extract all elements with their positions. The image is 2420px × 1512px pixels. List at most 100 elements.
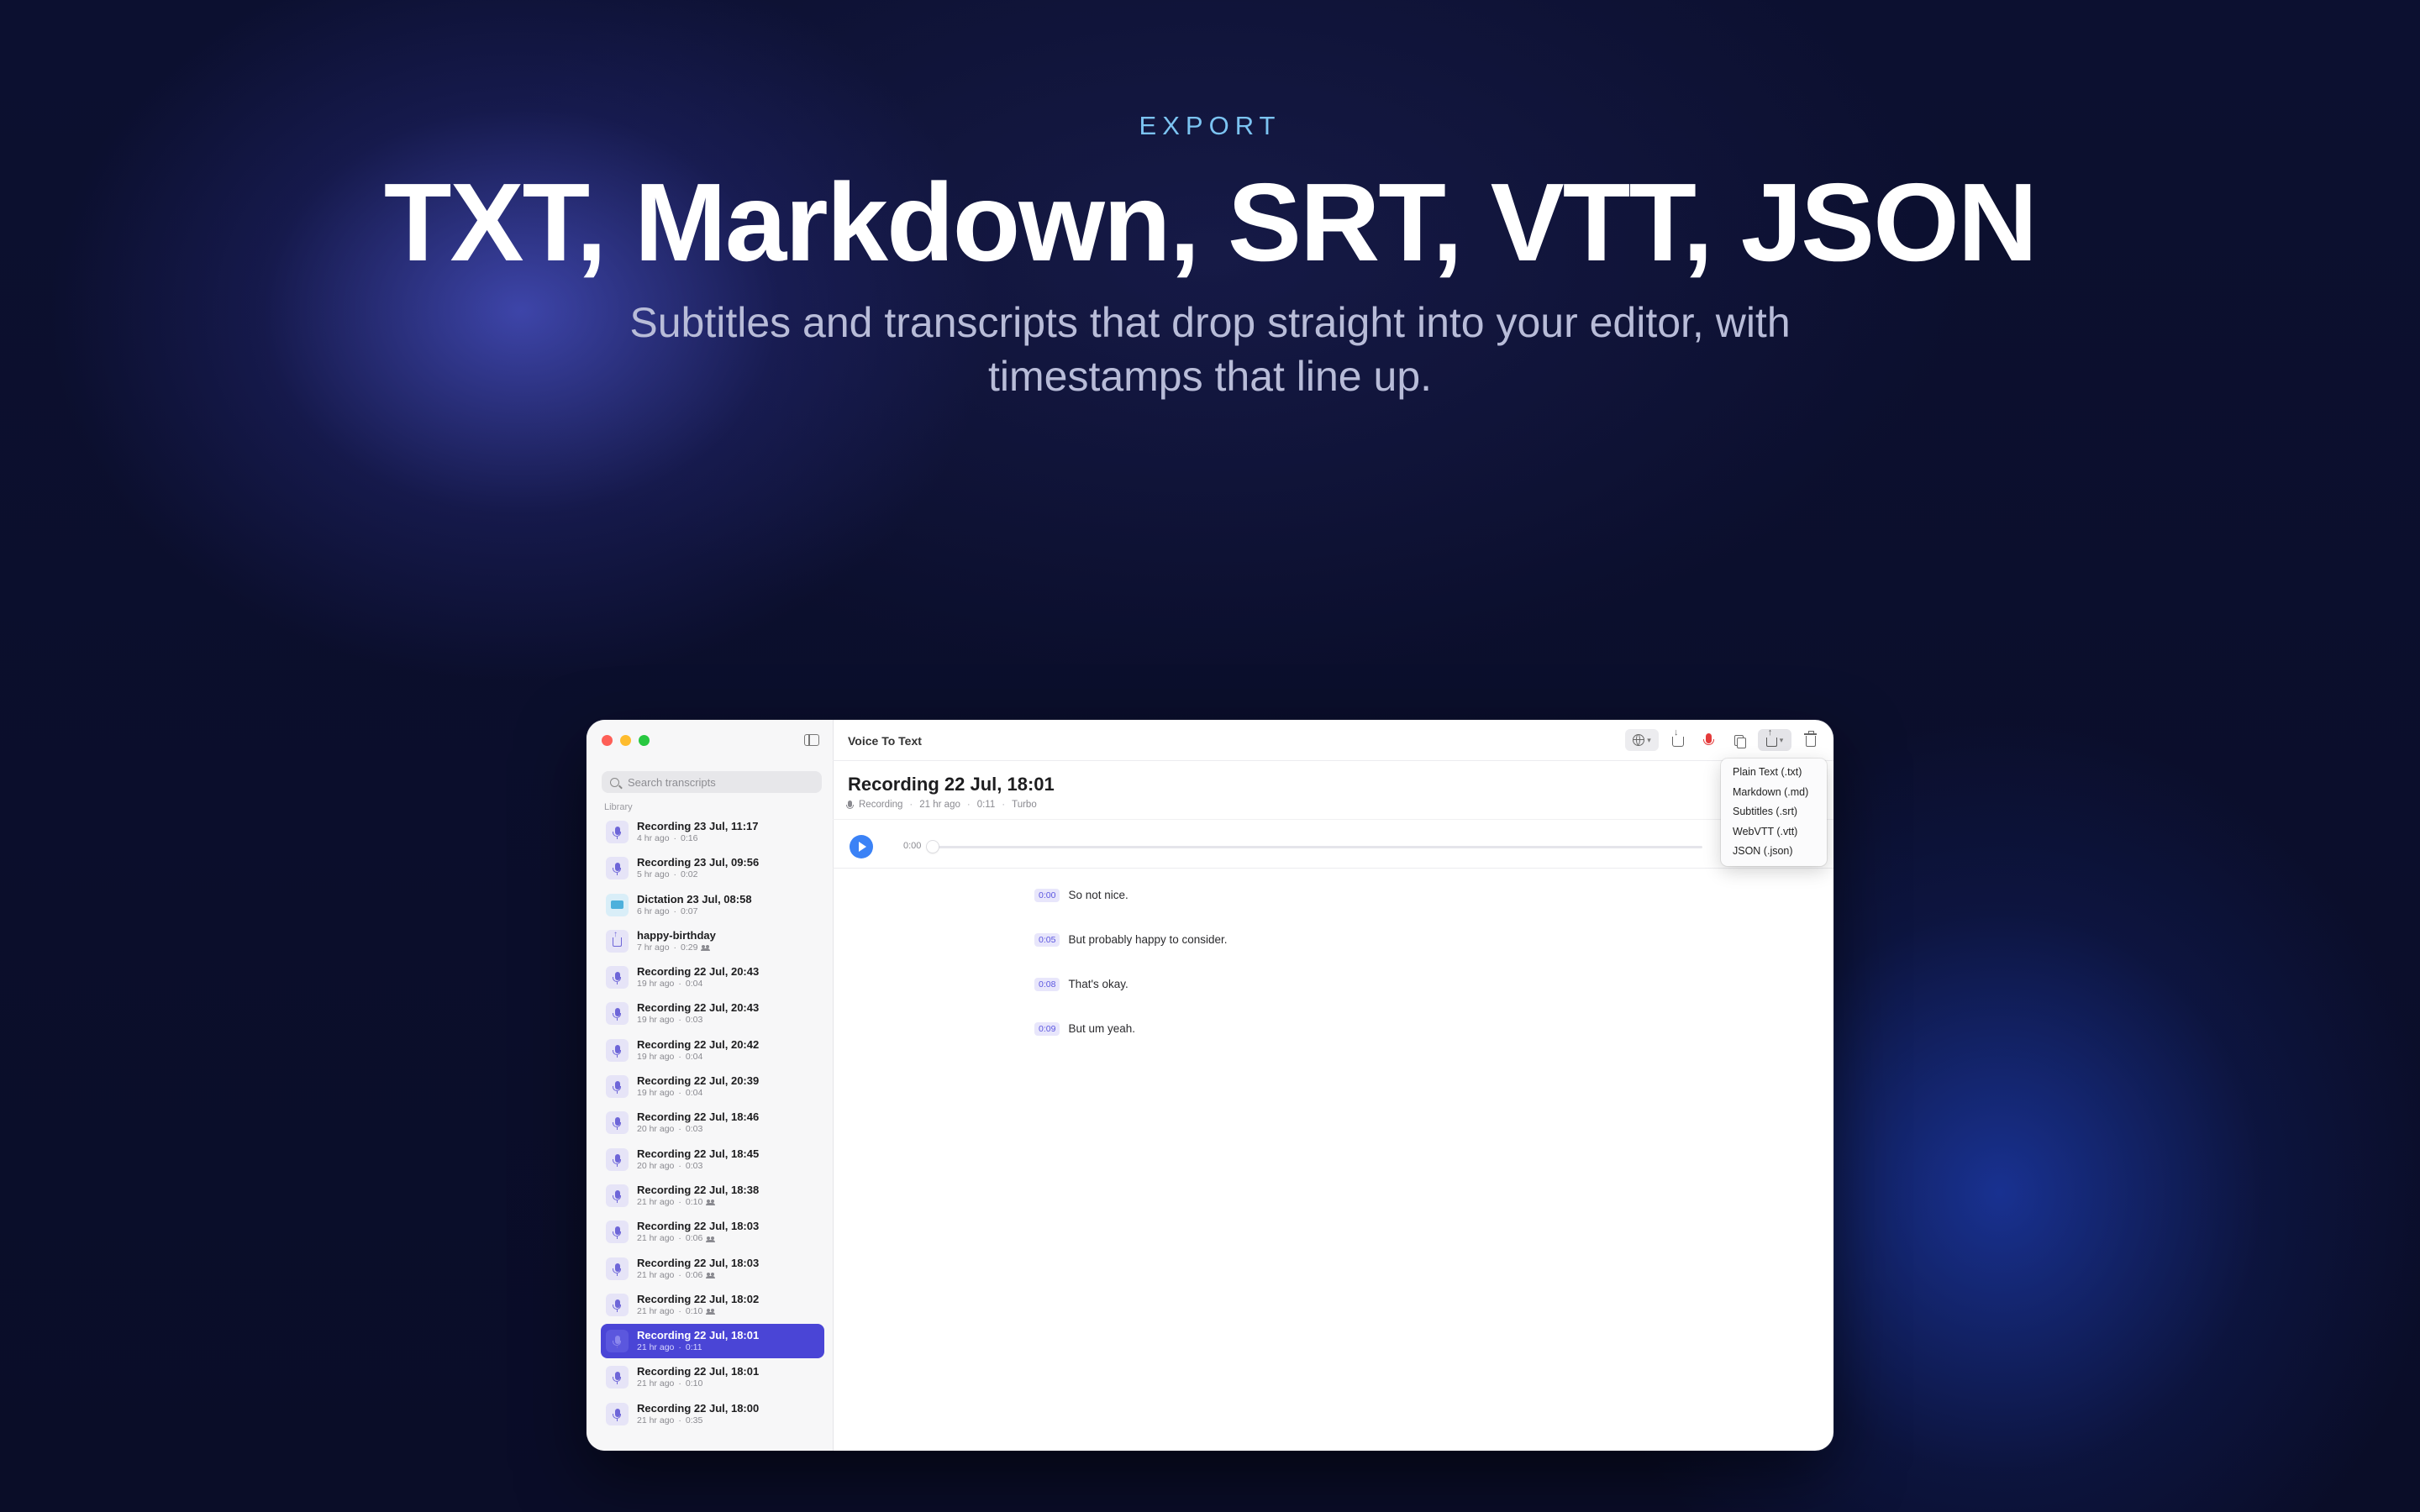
meta-duration: 0:11	[976, 800, 996, 810]
segment-timestamp[interactable]: 0:08	[1034, 977, 1060, 991]
mic-icon	[606, 1111, 629, 1135]
playback-scrubber[interactable]	[929, 846, 1702, 848]
item-title: Recording 22 Jul, 20:43	[637, 965, 760, 979]
mic-icon	[606, 966, 629, 990]
globe-icon	[1633, 734, 1645, 746]
transcript-list-item[interactable]: Recording 22 Jul, 18:02 21 hr ago · 0:10	[601, 1288, 824, 1322]
item-duration: 0:35	[685, 1415, 703, 1425]
separator: ·	[678, 1378, 681, 1389]
transcript-list-item[interactable]: Recording 22 Jul, 18:01 21 hr ago · 0:11	[601, 1324, 824, 1359]
speakers-icon	[701, 945, 711, 952]
mic-icon	[606, 1257, 629, 1280]
transcript-list-item[interactable]: Recording 22 Jul, 18:03 21 hr ago · 0:06	[601, 1215, 824, 1249]
transcript-list-item[interactable]: Recording 22 Jul, 20:43 19 hr ago · 0:03	[601, 996, 824, 1031]
window-controls	[602, 735, 650, 746]
export-menu-item[interactable]: Markdown (.md)	[1721, 783, 1827, 803]
mic-icon-glyph	[612, 1226, 621, 1240]
item-ago: 21 hr ago	[637, 1269, 675, 1280]
item-text: Recording 23 Jul, 09:56 5 hr ago · 0:02	[637, 856, 759, 880]
transcript-list-item[interactable]: Recording 22 Jul, 20:42 19 hr ago · 0:04	[601, 1033, 824, 1068]
delete-button[interactable]	[1800, 729, 1822, 751]
export-menu-item[interactable]: WebVTT (.vtt)	[1721, 822, 1827, 843]
item-duration: 0:07	[681, 906, 698, 916]
meta-source: Recording	[859, 800, 903, 810]
close-window-button[interactable]	[602, 735, 613, 746]
record-button[interactable]	[1697, 729, 1719, 751]
separator: ·	[673, 833, 677, 843]
export-button[interactable]: ▾	[1758, 727, 1791, 751]
mic-icon	[606, 1293, 629, 1316]
main-panel: Voice To Text ▾ ▾ Recordin	[833, 720, 1833, 1451]
mic-icon-glyph	[612, 1336, 621, 1349]
transcript-list-item[interactable]: Recording 22 Jul, 18:38 21 hr ago · 0:10	[601, 1179, 824, 1213]
speakers-icon	[706, 1273, 716, 1279]
item-text: Recording 22 Jul, 18:01 21 hr ago · 0:10	[637, 1365, 759, 1389]
export-menu-item[interactable]: Subtitles (.srt)	[1721, 802, 1827, 822]
divider	[833, 868, 1833, 869]
item-ago: 20 hr ago	[637, 1124, 675, 1135]
item-text: Recording 23 Jul, 11:17 4 hr ago · 0:16	[637, 820, 759, 844]
item-ago: 5 hr ago	[637, 869, 670, 880]
transcript-segment: 0:09 But um yeah.	[1034, 1020, 1228, 1037]
upload-icon-glyph	[613, 930, 622, 948]
transcript-list-item[interactable]: Dictation 23 Jul, 08:58 6 hr ago · 0:07	[601, 888, 824, 922]
item-ago: 21 hr ago	[637, 1342, 675, 1353]
item-meta: 19 hr ago · 0:04	[637, 979, 759, 990]
microphone-icon	[1702, 733, 1714, 745]
search-bar	[602, 771, 822, 793]
separator: ·	[678, 1051, 681, 1062]
zoom-window-button[interactable]	[639, 735, 650, 746]
import-button[interactable]	[1667, 727, 1689, 751]
transcript-list-item[interactable]: Recording 22 Jul, 18:46 20 hr ago · 0:03	[601, 1105, 824, 1140]
item-duration: 0:03	[685, 1124, 703, 1135]
scrubber-handle[interactable]	[927, 841, 939, 853]
mic-icon	[606, 1366, 629, 1389]
transcript-segment: 0:08 That's okay.	[1034, 975, 1228, 993]
item-duration: 0:10	[685, 1378, 703, 1389]
item-text: Recording 22 Jul, 18:00 21 hr ago · 0:35	[637, 1402, 759, 1426]
sidebar-toggle-icon[interactable]	[804, 734, 819, 746]
item-title: Recording 22 Jul, 20:43	[637, 1001, 760, 1015]
sidebar: Library Recording 23 Jul, 11:174 hr ago·…	[587, 720, 834, 1451]
transcript-list-item[interactable]: Recording 22 Jul, 18:03 21 hr ago · 0:06	[601, 1252, 824, 1286]
separator: ·	[678, 1124, 681, 1135]
item-title: Recording 22 Jul, 20:39	[637, 1074, 760, 1088]
separator: ·	[678, 1160, 681, 1171]
transcript-list-item[interactable]: Recording 23 Jul, 11:17 4 hr ago · 0:16	[601, 815, 824, 849]
item-title: Recording 22 Jul, 18:01	[637, 1365, 760, 1378]
transcript-list-item[interactable]: Recording 23 Jul, 09:56 5 hr ago · 0:02	[601, 851, 824, 885]
language-button[interactable]: ▾	[1625, 729, 1659, 751]
keyboard-icon-glyph	[611, 900, 623, 910]
transcript-list-item[interactable]: Recording 22 Jul, 18:00 21 hr ago · 0:35	[601, 1397, 824, 1431]
mic-icon-glyph	[612, 972, 621, 985]
transcript-list-item[interactable]: Recording 22 Jul, 18:01 21 hr ago · 0:10	[601, 1360, 824, 1394]
segment-text: So not nice.	[1068, 889, 1128, 901]
item-meta: 21 hr ago · 0:11	[637, 1342, 759, 1353]
item-duration: 0:04	[685, 1051, 703, 1062]
transcript-list-item[interactable]: Recording 22 Jul, 20:43 19 hr ago · 0:04	[601, 960, 824, 995]
export-menu-item[interactable]: JSON (.json)	[1721, 842, 1827, 862]
separator: ·	[678, 979, 681, 990]
item-title: Recording 22 Jul, 18:46	[637, 1110, 760, 1124]
export-menu-item[interactable]: Plain Text (.txt)	[1721, 763, 1827, 783]
segment-timestamp[interactable]: 0:09	[1034, 1021, 1060, 1036]
segment-timestamp[interactable]: 0:05	[1034, 932, 1060, 947]
item-text: Recording 22 Jul, 18:46 20 hr ago · 0:03	[637, 1110, 759, 1135]
item-ago: 7 hr ago	[637, 942, 670, 953]
transcript-list-item[interactable]: Recording 22 Jul, 18:45 20 hr ago · 0:03	[601, 1142, 824, 1177]
transcript-list-item[interactable]: Recording 22 Jul, 20:39 19 hr ago · 0:04	[601, 1069, 824, 1104]
item-duration: 0:02	[681, 869, 698, 880]
play-button[interactable]	[850, 835, 873, 858]
item-meta: 19 hr ago · 0:03	[637, 1015, 759, 1026]
toolbar: ▾ ▾	[1625, 727, 1822, 752]
item-title: Recording 22 Jul, 20:42	[637, 1037, 760, 1051]
segment-timestamp[interactable]: 0:00	[1034, 888, 1060, 902]
copy-button[interactable]	[1728, 729, 1749, 751]
playback-time: 0:00	[903, 841, 922, 851]
item-meta: 20 hr ago · 0:03	[637, 1161, 759, 1172]
item-meta: 4 hr ago · 0:16	[637, 833, 759, 844]
transcript-list-item[interactable]: happy-birthday7 hr ago· 0:29	[601, 924, 824, 958]
item-ago: 20 hr ago	[637, 1160, 675, 1171]
search-input[interactable]	[626, 774, 814, 790]
minimize-window-button[interactable]	[620, 735, 631, 746]
